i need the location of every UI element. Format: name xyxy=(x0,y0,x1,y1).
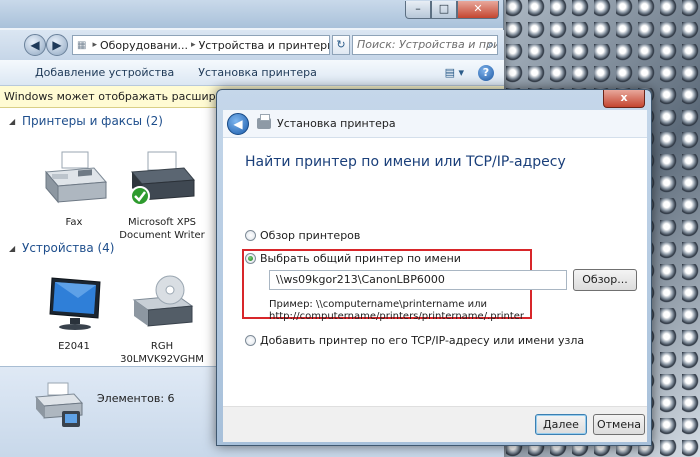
search-icon: ⌕ xyxy=(487,38,494,51)
command-bar: Добавление устройства Установка принтера… xyxy=(0,60,504,86)
radio-button[interactable] xyxy=(245,230,256,241)
browse-button[interactable]: Обзор... xyxy=(573,269,637,291)
group-header-printers[interactable]: ◢ Принтеры и факсы (2) xyxy=(9,114,163,128)
dialog-footer: Далее Отмена xyxy=(223,406,647,442)
explorer-titlebar[interactable]: – □ ✕ xyxy=(0,0,503,28)
view-options-icon[interactable]: ▤ ▾ xyxy=(445,66,464,79)
search-input[interactable]: Поиск: Устройства и прин... ⌕ xyxy=(352,35,498,55)
add-printer-dialog: x ◀ Установка принтера Найти принтер по … xyxy=(216,89,652,446)
forward-arrow-icon[interactable]: ▶ xyxy=(46,34,68,56)
window-controls: – □ ✕ xyxy=(405,1,499,19)
dialog-header: ◀ Установка принтера xyxy=(223,110,647,138)
device-label: Fax xyxy=(65,217,83,228)
cancel-button[interactable]: Отмена xyxy=(593,414,645,435)
radio-button[interactable] xyxy=(245,335,256,346)
radio-button-checked[interactable] xyxy=(245,253,256,264)
device-item-cdrom[interactable]: RGH 30LMVK92VGHM SCSI CdRom Device xyxy=(112,274,212,379)
chevron-down-icon: ◢ xyxy=(9,116,16,126)
minimize-button[interactable]: – xyxy=(405,1,431,19)
next-button[interactable]: Далее xyxy=(535,414,587,435)
cdrom-drive-icon xyxy=(132,275,194,327)
device-label: E2041 xyxy=(58,341,90,352)
item-count: Элементов: 6 xyxy=(97,392,175,405)
example-hint: Пример: \\computername\printername или h… xyxy=(269,299,525,322)
printer-default-icon xyxy=(130,151,196,206)
dialog-title: Установка принтера xyxy=(277,117,396,130)
device-item-monitor[interactable]: E2041 xyxy=(24,274,124,353)
address-bar-area: ◀ ▶ ▦ ▸ Оборудовани... ▸ Устройства и пр… xyxy=(0,30,504,60)
devices-printers-icon xyxy=(34,382,84,427)
device-label: Microsoft XPS Document Writer xyxy=(119,217,205,241)
add-device-button[interactable]: Добавление устройства xyxy=(0,66,186,79)
help-icon[interactable]: ? xyxy=(478,64,494,81)
back-arrow-icon[interactable]: ◀ xyxy=(227,112,249,135)
device-item-fax[interactable]: Fax xyxy=(24,150,124,229)
option-browse-printers[interactable]: Обзор принтеров xyxy=(245,229,360,242)
close-button[interactable]: ✕ xyxy=(457,1,499,19)
maximize-button[interactable]: □ xyxy=(431,1,457,19)
monitor-icon xyxy=(49,277,101,330)
fax-icon xyxy=(44,151,108,204)
printer-icon xyxy=(257,114,271,129)
printer-path-input[interactable]: \\ws09kgor213\CanonLBP6000 xyxy=(269,270,567,290)
group-header-devices[interactable]: ◢ Устройства (4) xyxy=(9,241,114,255)
address-input[interactable]: ▦ ▸ Оборудовани... ▸ Устройства и принте… xyxy=(72,35,330,55)
folder-icon: ▦ xyxy=(77,39,87,51)
refresh-icon[interactable]: ↻ xyxy=(332,35,350,55)
option-shared-printer-by-name[interactable]: Выбрать общий принтер по имени xyxy=(245,252,461,265)
breadcrumb-item[interactable]: Оборудовани... xyxy=(100,39,188,52)
chevron-right-icon: ▸ xyxy=(191,40,196,50)
option-tcpip-address[interactable]: Добавить принтер по его TCP/IP-адресу ил… xyxy=(245,334,584,347)
add-printer-button[interactable]: Установка принтера xyxy=(186,66,329,79)
back-arrow-icon[interactable]: ◀ xyxy=(24,34,46,56)
chevron-down-icon: ◢ xyxy=(9,243,16,253)
breadcrumb-item[interactable]: Устройства и принтеры xyxy=(199,39,329,52)
dialog-body: Найти принтер по имени или TCP/IP-адресу… xyxy=(223,138,647,406)
dialog-close-button[interactable]: x xyxy=(603,90,645,108)
dialog-heading: Найти принтер по имени или TCP/IP-адресу xyxy=(245,154,566,170)
device-item-xps-writer[interactable]: Microsoft XPS Document Writer xyxy=(112,150,212,242)
chevron-right-icon: ▸ xyxy=(92,40,97,50)
